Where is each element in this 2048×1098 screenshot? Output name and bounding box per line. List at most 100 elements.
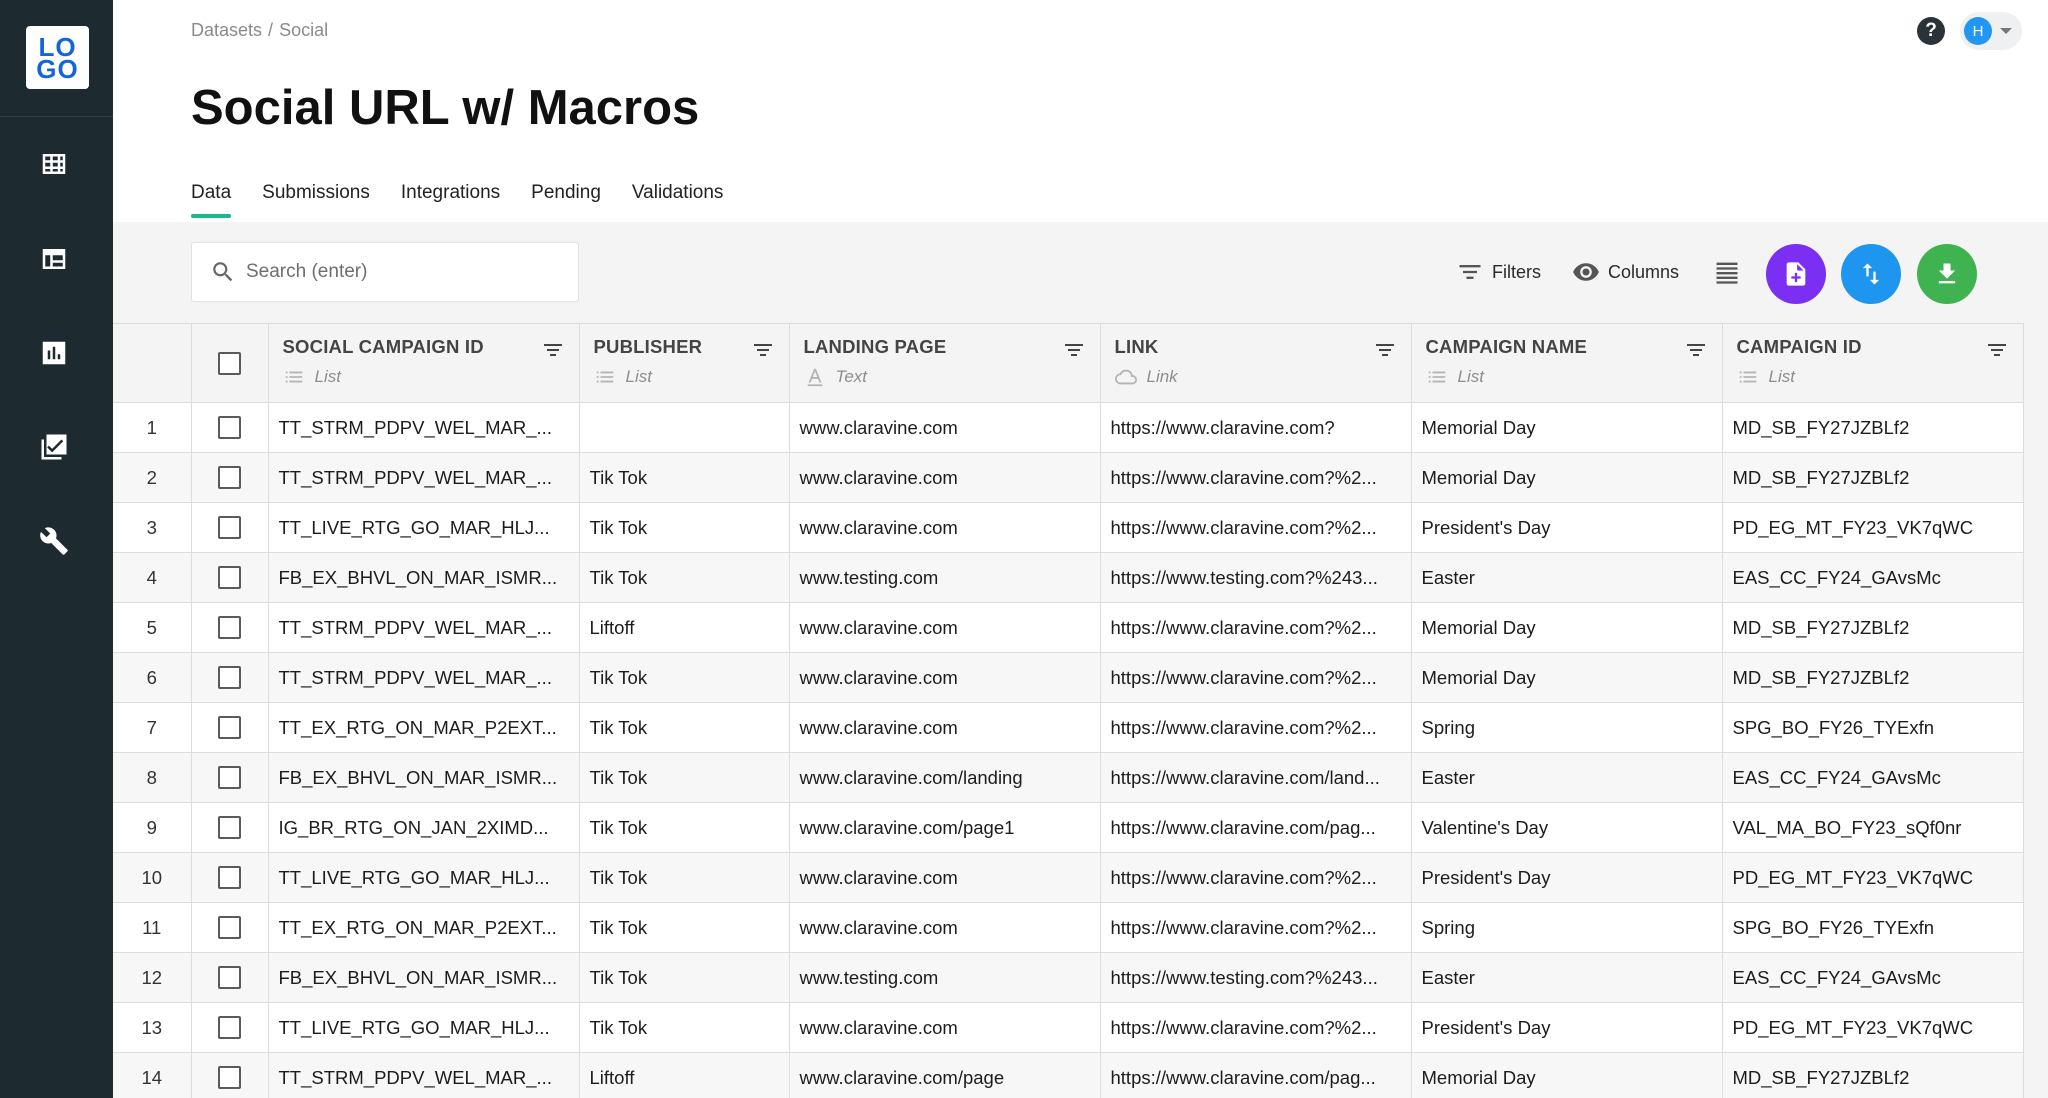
social-campaign-id-cell[interactable]: TT_LIVE_RTG_GO_MAR_HLJ... xyxy=(267,852,580,903)
campaign-name-cell[interactable]: Easter xyxy=(1410,952,1723,1003)
row-checkbox[interactable] xyxy=(218,666,241,690)
publisher-cell[interactable]: Tik Tok xyxy=(578,702,790,753)
row-checkbox[interactable] xyxy=(218,716,241,740)
link-cell[interactable]: https://www.testing.com?%243... xyxy=(1099,952,1412,1003)
table-row[interactable]: 8 FB_EX_BHVL_ON_MAR_ISMR... Tik Tok www.cla… xyxy=(113,752,2024,803)
link-cell[interactable]: https://www.claravine.com?%2... xyxy=(1099,852,1412,903)
column-filter-icon[interactable] xyxy=(1684,338,1708,362)
link-cell[interactable]: https://www.claravine.com?%2... xyxy=(1099,1002,1412,1053)
columns-button[interactable]: Columns xyxy=(1572,258,1679,286)
landing-page-cell[interactable]: www.claravine.com xyxy=(788,702,1101,753)
campaign-name-cell[interactable]: Memorial Day xyxy=(1410,652,1723,703)
campaign-id-cell[interactable]: PD_EG_MT_FY23_VK7qWC xyxy=(1721,502,2024,553)
campaign-id-cell[interactable]: PD_EG_MT_FY23_VK7qWC xyxy=(1721,1002,2024,1053)
link-cell[interactable]: https://www.claravine.com?%2... xyxy=(1099,902,1412,953)
landing-page-cell[interactable]: www.claravine.com xyxy=(788,852,1101,903)
column-header[interactable]: CAMPAIGN ID List xyxy=(1721,323,2024,403)
column-header[interactable]: SOCIAL CAMPAIGN ID List xyxy=(267,323,580,403)
social-campaign-id-cell[interactable]: TT_LIVE_RTG_GO_MAR_HLJ... xyxy=(267,502,580,553)
table-row[interactable]: 2 TT_STRM_PDPV_WEL_MAR_... Tik Tok www.clar… xyxy=(113,452,2024,503)
landing-page-cell[interactable]: www.claravine.com xyxy=(788,1002,1101,1053)
help-icon[interactable]: ? xyxy=(1917,17,1945,45)
tab-pending[interactable]: Pending xyxy=(531,182,601,218)
landing-page-cell[interactable]: www.claravine.com xyxy=(788,602,1101,653)
campaign-id-cell[interactable]: VAL_MA_BO_FY23_sQf0nr xyxy=(1721,802,2024,853)
table-row[interactable]: 12 FB_EX_BHVL_ON_MAR_ISMR... Tik Tok www.te… xyxy=(113,952,2024,1003)
social-campaign-id-cell[interactable]: TT_EX_RTG_ON_MAR_P2EXT... xyxy=(267,702,580,753)
row-checkbox[interactable] xyxy=(218,866,241,890)
campaign-id-cell[interactable]: PD_EG_MT_FY23_VK7qWC xyxy=(1721,852,2024,903)
campaign-name-cell[interactable]: Memorial Day xyxy=(1410,402,1723,453)
tab-integrations[interactable]: Integrations xyxy=(401,182,500,218)
campaign-id-cell[interactable]: EAS_CC_FY24_GAvsMc xyxy=(1721,552,2024,603)
campaign-name-cell[interactable]: Memorial Day xyxy=(1410,602,1723,653)
campaign-id-cell[interactable]: MD_SB_FY27JZBLf2 xyxy=(1721,602,2024,653)
table-row[interactable]: 4 FB_EX_BHVL_ON_MAR_ISMR... Tik Tok www.tes… xyxy=(113,552,2024,603)
add-record-button[interactable] xyxy=(1766,244,1826,304)
breadcrumb-social[interactable]: Social xyxy=(279,20,328,40)
publisher-cell[interactable]: Tik Tok xyxy=(578,452,790,503)
column-header[interactable]: PUBLISHER List xyxy=(578,323,790,403)
logo[interactable]: LO GO xyxy=(26,26,89,89)
sidebar-item-layouts[interactable] xyxy=(34,239,74,279)
campaign-name-cell[interactable]: Memorial Day xyxy=(1410,1052,1723,1098)
campaign-name-cell[interactable]: Spring xyxy=(1410,702,1723,753)
campaign-name-cell[interactable]: President's Day xyxy=(1410,1002,1723,1053)
campaign-id-cell[interactable]: MD_SB_FY27JZBLf2 xyxy=(1721,652,2024,703)
column-filter-icon[interactable] xyxy=(751,338,775,362)
publisher-cell[interactable]: Tik Tok xyxy=(578,1002,790,1053)
table-row[interactable]: 9 IG_BR_RTG_ON_JAN_2XIMD... Tik Tok www.cla… xyxy=(113,802,2024,853)
campaign-name-cell[interactable]: Valentine's Day xyxy=(1410,802,1723,853)
column-filter-icon[interactable] xyxy=(541,338,565,362)
social-campaign-id-cell[interactable]: TT_STRM_PDPV_WEL_MAR_... xyxy=(267,402,580,453)
campaign-name-cell[interactable]: Memorial Day xyxy=(1410,452,1723,503)
row-checkbox[interactable] xyxy=(218,916,241,940)
social-campaign-id-cell[interactable]: FB_EX_BHVL_ON_MAR_ISMR... xyxy=(267,952,580,1003)
table-row[interactable]: 14 TT_STRM_PDPV_WEL_MAR_... Liftoff www.cla… xyxy=(113,1052,2024,1098)
row-checkbox[interactable] xyxy=(218,516,241,540)
campaign-id-cell[interactable]: EAS_CC_FY24_GAvsMc xyxy=(1721,952,2024,1003)
row-checkbox[interactable] xyxy=(218,1016,241,1040)
breadcrumb-datasets[interactable]: Datasets xyxy=(191,20,262,40)
row-checkbox[interactable] xyxy=(218,616,241,640)
campaign-id-cell[interactable]: SPG_BO_FY26_TYExfn xyxy=(1721,902,2024,953)
link-cell[interactable]: https://www.claravine.com?%2... xyxy=(1099,702,1412,753)
table-row[interactable]: 3 TT_LIVE_RTG_GO_MAR_HLJ... Tik Tok www.cla… xyxy=(113,502,2024,553)
search-input[interactable] xyxy=(246,261,566,283)
row-checkbox[interactable] xyxy=(218,416,241,440)
link-cell[interactable]: https://www.claravine.com?%2... xyxy=(1099,502,1412,553)
social-campaign-id-cell[interactable]: FB_EX_BHVL_ON_MAR_ISMR... xyxy=(267,752,580,803)
publisher-cell[interactable]: Tik Tok xyxy=(578,802,790,853)
campaign-name-cell[interactable]: Easter xyxy=(1410,752,1723,803)
density-button[interactable] xyxy=(1713,258,1749,286)
sidebar-item-reports[interactable] xyxy=(34,333,74,373)
campaign-id-cell[interactable]: MD_SB_FY27JZBLf2 xyxy=(1721,452,2024,503)
column-filter-icon[interactable] xyxy=(1062,338,1086,362)
landing-page-cell[interactable]: www.testing.com xyxy=(788,952,1101,1003)
link-cell[interactable]: https://www.claravine.com/pag... xyxy=(1099,802,1412,853)
landing-page-cell[interactable]: www.claravine.com xyxy=(788,902,1101,953)
link-cell[interactable]: https://www.claravine.com?%2... xyxy=(1099,652,1412,703)
publisher-cell[interactable]: Tik Tok xyxy=(578,752,790,803)
publisher-cell[interactable] xyxy=(578,402,790,453)
link-cell[interactable]: https://www.claravine.com/pag... xyxy=(1099,1052,1412,1098)
campaign-id-cell[interactable]: EAS_CC_FY24_GAvsMc xyxy=(1721,752,2024,803)
download-button[interactable] xyxy=(1917,244,1977,304)
social-campaign-id-cell[interactable]: IG_BR_RTG_ON_JAN_2XIMD... xyxy=(267,802,580,853)
row-checkbox[interactable] xyxy=(218,766,241,790)
link-cell[interactable]: https://www.testing.com?%243... xyxy=(1099,552,1412,603)
sync-button[interactable] xyxy=(1841,244,1901,304)
social-campaign-id-cell[interactable]: TT_STRM_PDPV_WEL_MAR_... xyxy=(267,602,580,653)
table-row[interactable]: 10 TT_LIVE_RTG_GO_MAR_HLJ... Tik Tok www.cl… xyxy=(113,852,2024,903)
social-campaign-id-cell[interactable]: TT_STRM_PDPV_WEL_MAR_... xyxy=(267,452,580,503)
select-all-checkbox[interactable] xyxy=(218,351,241,375)
column-header[interactable]: CAMPAIGN NAME List xyxy=(1410,323,1723,403)
campaign-name-cell[interactable]: Spring xyxy=(1410,902,1723,953)
publisher-cell[interactable]: Liftoff xyxy=(578,602,790,653)
table-row[interactable]: 13 TT_LIVE_RTG_GO_MAR_HLJ... Tik Tok www.cl… xyxy=(113,1002,2024,1053)
publisher-cell[interactable]: Tik Tok xyxy=(578,502,790,553)
landing-page-cell[interactable]: www.claravine.com/page xyxy=(788,1052,1101,1098)
table-row[interactable]: 11 TT_EX_RTG_ON_MAR_P2EXT... Tik Tok www.cl… xyxy=(113,902,2024,953)
table-row[interactable]: 7 TT_EX_RTG_ON_MAR_P2EXT... Tik Tok www.cla… xyxy=(113,702,2024,753)
tab-validations[interactable]: Validations xyxy=(632,182,724,218)
